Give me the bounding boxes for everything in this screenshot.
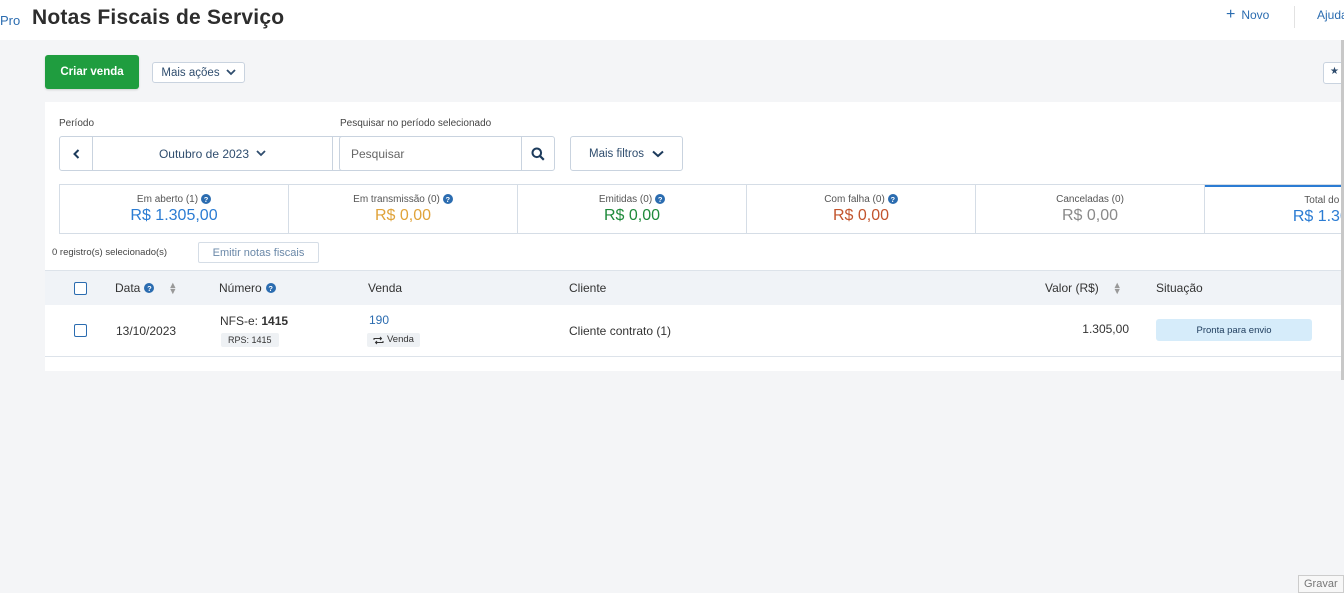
period-selector: Outubro de 2023 — [59, 136, 366, 171]
help-icon[interactable]: ? — [201, 194, 212, 204]
help-icon[interactable]: ? — [144, 283, 155, 293]
help-icon[interactable]: ? — [442, 194, 453, 204]
pro-label: Pro — [0, 13, 21, 28]
page-title: Notas Fiscais de Serviço — [32, 6, 285, 29]
venda-link[interactable]: 190 — [369, 313, 389, 327]
tab-em-aberto[interactable]: Em aberto (1) ? R$ 1.305,00 — [60, 185, 289, 233]
novo-label: Novo — [1241, 8, 1270, 22]
period-prev-button[interactable] — [60, 137, 93, 170]
tab-value: R$ 1.305,00 — [1292, 207, 1344, 225]
mais-filtros-button[interactable]: Mais filtros — [570, 136, 683, 171]
tab-value: R$ 0,00 — [603, 206, 661, 224]
help-icon[interactable]: ? — [265, 283, 276, 293]
tab-emitidas[interactable]: Emitidas (0) ? R$ 0,00 — [518, 185, 747, 233]
tab-label: Total do período — [1304, 194, 1344, 206]
row-numero: NFS-e: 1415 — [220, 314, 288, 328]
chevron-down-icon — [225, 69, 236, 76]
mais-acoes-button[interactable]: Mais ações — [152, 62, 245, 83]
periodo-label: Período — [59, 118, 95, 129]
tab-label: Canceladas (0) — [1056, 193, 1124, 205]
tab-value: R$ 0,00 — [832, 206, 890, 224]
criar-venda-button[interactable]: Criar venda — [45, 55, 139, 89]
search-box — [339, 136, 555, 171]
col-data[interactable]: Data ? ▲ ▼ — [115, 281, 177, 296]
col-numero: Número ? — [219, 281, 276, 295]
tab-em-transmissao[interactable]: Em transmissão (0) ? R$ 0,00 — [289, 185, 518, 233]
table-row[interactable]: 13/10/2023 NFS-e: 1415 RPS: 1415 190 Ven… — [45, 305, 1344, 357]
col-data-label: Data — [115, 281, 141, 295]
gravar-button[interactable]: Gravar — [1298, 575, 1344, 593]
top-header: Pro Notas Fiscais de Serviço + Novo Ajud… — [0, 0, 1344, 40]
help-icon[interactable]: ? — [655, 194, 666, 204]
col-cliente: Cliente — [569, 281, 607, 295]
search-label: Pesquisar no período selecionado — [340, 118, 492, 129]
chevron-down-icon — [652, 150, 664, 157]
row-checkbox[interactable] — [74, 324, 87, 337]
tab-label: Em aberto (1) — [136, 193, 199, 205]
row-cliente: Cliente contrato (1) — [569, 324, 672, 338]
mais-filtros-label: Mais filtros — [589, 147, 644, 160]
numero-prefix: NFS-e: — [220, 314, 259, 328]
sort-icon[interactable]: ▲ ▼ — [168, 281, 177, 296]
col-numero-label: Número — [219, 281, 262, 295]
row-valor: 1.305,00 — [1082, 322, 1129, 336]
search-button[interactable] — [521, 137, 554, 170]
tab-label: Em transmissão (0) — [353, 193, 440, 205]
tab-com-falha[interactable]: Com falha (0) ? R$ 0,00 — [747, 185, 976, 233]
rps-badge: RPS: 1415 — [221, 333, 279, 347]
status-tabs: Em aberto (1) ? R$ 1.305,00 Em transmiss… — [59, 184, 1344, 234]
plus-icon: + — [1226, 6, 1236, 23]
header-divider — [1294, 6, 1295, 28]
mais-acoes-label: Mais ações — [161, 66, 220, 79]
tab-value: R$ 0,00 — [374, 206, 432, 224]
search-input[interactable] — [340, 137, 521, 170]
chevron-left-icon — [72, 148, 79, 159]
tab-label: Emitidas (0) — [598, 193, 653, 205]
main-card: Período Outubro de 2023 Pesquisar no per… — [45, 102, 1344, 371]
tab-value: R$ 0,00 — [1061, 206, 1119, 224]
col-valor-label: Valor (R$) — [1045, 281, 1099, 295]
period-dropdown[interactable]: Outubro de 2023 — [93, 137, 332, 170]
tab-total-periodo[interactable]: Total do período R$ 1.305,00 — [1205, 185, 1344, 233]
row-data: 13/10/2023 — [116, 324, 177, 338]
help-icon[interactable]: ? — [887, 194, 898, 204]
status-badge: Pronta para envio — [1156, 319, 1312, 341]
period-value-label: Outubro de 2023 — [158, 146, 250, 161]
emitir-notas-button[interactable]: Emitir notas fiscais — [198, 242, 319, 263]
numero-value: 1415 — [261, 314, 289, 328]
search-icon — [531, 147, 545, 161]
selection-count: 0 registro(s) selecionado(s) — [52, 247, 168, 258]
venda-badge: Venda — [367, 333, 420, 347]
select-all-checkbox[interactable] — [74, 282, 87, 295]
col-valor[interactable]: Valor (R$) ▲ ▼ — [1045, 281, 1122, 296]
chevron-down-icon — [256, 150, 266, 157]
tab-canceladas[interactable]: Canceladas (0) R$ 0,00 — [976, 185, 1205, 233]
repeat-icon — [373, 336, 384, 344]
tab-label: Com falha (0) — [824, 193, 885, 205]
ajuda-button[interactable]: Ajuda — [1317, 8, 1344, 22]
col-situacao: Situação — [1156, 281, 1203, 295]
col-venda: Venda — [368, 281, 403, 295]
venda-badge-label: Venda — [387, 334, 414, 345]
table-header: Data ? ▲ ▼ Número ? Venda Cliente Valor (… — [45, 270, 1344, 305]
novo-button[interactable]: + Novo — [1226, 6, 1270, 23]
tab-value: R$ 1.305,00 — [130, 206, 218, 224]
sort-icon[interactable]: ▲ ▼ — [1113, 281, 1122, 296]
